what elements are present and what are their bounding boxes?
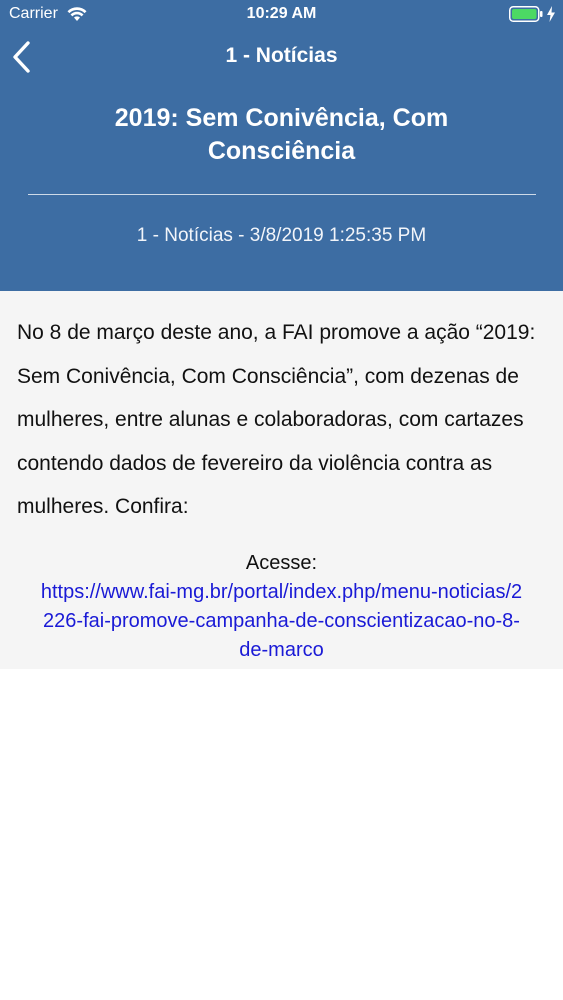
nav-title: 1 - Notícias — [225, 44, 338, 67]
charging-bolt-icon — [546, 6, 556, 27]
header-divider — [28, 194, 536, 195]
link-label: Acesse: — [245, 552, 318, 574]
article-header: Carrier 10:29 AM 1 - Notícias 2019: Sem … — [0, 0, 563, 291]
article-content: No 8 de março deste ano, a FAI promove a… — [0, 291, 563, 669]
link-block: Acesse: https://www.fai-mg.br/portal/ind… — [0, 549, 563, 665]
article-title: 2019: Sem Conivência, Com Consciência — [114, 104, 449, 165]
status-time: 10:29 AM — [246, 5, 317, 22]
article-body: No 8 de março deste ano, a FAI promove a… — [17, 321, 536, 518]
article-meta: 1 - Notícias - 3/8/2019 1:25:35 PM — [136, 225, 427, 246]
article-link[interactable]: https://www.fai-mg.br/portal/index.php/m… — [0, 578, 563, 665]
battery-icon — [509, 6, 543, 27]
status-bar: Carrier 10:29 AM — [0, 0, 563, 30]
